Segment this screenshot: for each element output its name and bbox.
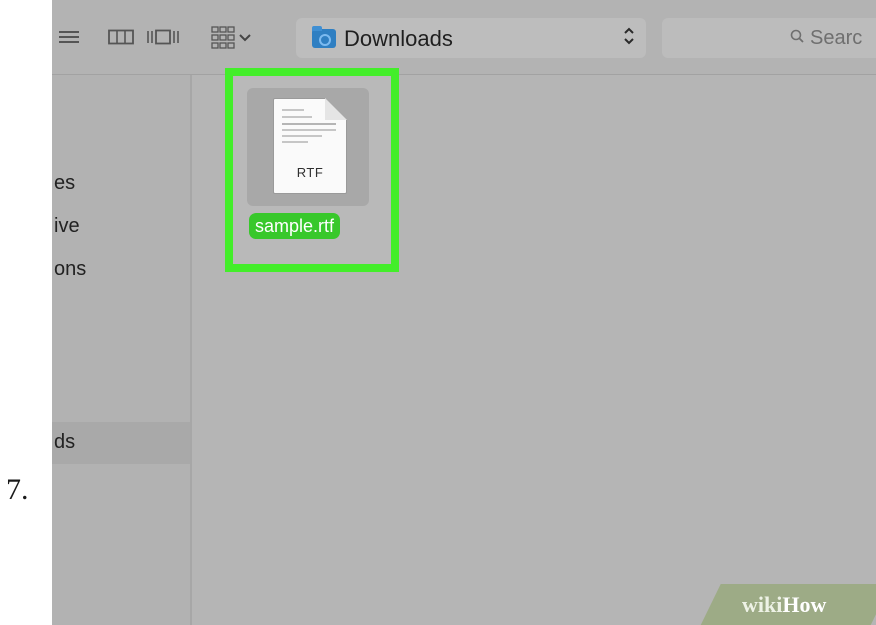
arrange-icon bbox=[211, 26, 251, 49]
column-view-icon bbox=[108, 29, 134, 45]
sidebar-item-es[interactable]: es bbox=[52, 163, 190, 205]
path-label: Downloads bbox=[344, 26, 453, 51]
toolbar: Downloads Searc bbox=[52, 0, 876, 75]
column-view-button[interactable] bbox=[104, 24, 138, 50]
sidebar-item-label: ive bbox=[54, 215, 80, 237]
chevron-up-down-icon bbox=[624, 27, 634, 45]
sidebar: es ive ons ds bbox=[52, 75, 192, 625]
step-number: 7. bbox=[6, 473, 29, 506]
sidebar-item-ons[interactable]: ons bbox=[52, 249, 190, 291]
file-name-label[interactable]: sample.rtf bbox=[249, 213, 341, 239]
search-icon bbox=[790, 29, 804, 43]
arrange-button[interactable] bbox=[210, 24, 270, 54]
path-popup[interactable]: Downloads bbox=[296, 18, 646, 58]
list-view-icon bbox=[59, 31, 79, 43]
rtf-document-icon: RTF bbox=[273, 98, 347, 194]
sidebar-item-label: ds bbox=[54, 431, 76, 453]
sidebar-item-downloads[interactable]: ds bbox=[52, 422, 190, 464]
list-view-button[interactable] bbox=[52, 24, 86, 50]
wikihow-watermark: wikiHow bbox=[742, 592, 827, 617]
search-placeholder: Searc bbox=[810, 27, 863, 49]
sidebar-item-label: es bbox=[54, 172, 76, 194]
cover-flow-view-button[interactable] bbox=[146, 24, 180, 50]
file-type-badge: RTF bbox=[296, 165, 324, 180]
view-mode-group bbox=[52, 18, 192, 58]
sidebar-item-ive[interactable]: ive bbox=[52, 206, 190, 248]
file-area: RTF sample.rtf bbox=[192, 68, 876, 625]
finder-window: Downloads Searc es ive ons ds RTF sample… bbox=[52, 0, 876, 625]
file-item[interactable]: RTF sample.rtf bbox=[225, 68, 399, 272]
cover-flow-view-icon bbox=[147, 29, 179, 45]
sidebar-item-label: ons bbox=[54, 258, 87, 280]
search-field[interactable]: Searc bbox=[662, 18, 876, 58]
file-icon-selection: RTF bbox=[247, 88, 369, 206]
folder-icon bbox=[312, 26, 336, 48]
